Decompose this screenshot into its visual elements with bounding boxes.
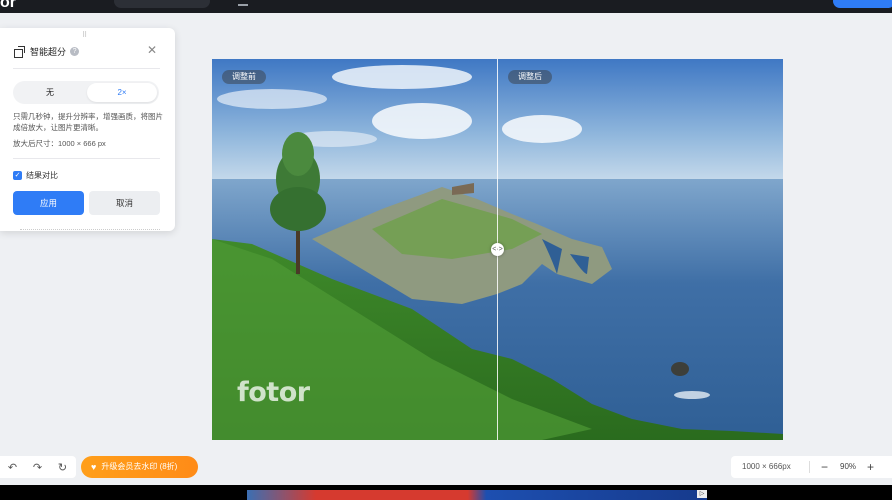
cancel-button[interactable]: 取消	[89, 191, 160, 215]
ad-banner[interactable]	[247, 490, 707, 500]
compare-handle[interactable]: <·>	[491, 243, 504, 256]
drag-grip-icon[interactable]: ⠿	[82, 31, 88, 39]
panel-title: 智能超分	[30, 46, 67, 57]
top-bar: or	[0, 0, 892, 13]
panel-description: 只需几秒钟，提升分辨率，增强画质，将图片成倍放大，让图片更清晰。	[13, 112, 163, 132]
image-compare-view[interactable]: <·> 调整前 调整后 fotor	[212, 59, 783, 440]
after-label: 调整后	[508, 70, 552, 84]
history-controls: ↶ ↷ ↻	[0, 456, 76, 478]
app-logo[interactable]: or	[0, 0, 16, 12]
upscale-icon	[14, 45, 25, 58]
checkbox-checked-icon[interactable]: ✓	[13, 171, 22, 180]
zoom-in-icon[interactable]: +	[867, 456, 874, 478]
heart-icon: ♥	[91, 462, 97, 472]
before-label: 调整前	[222, 70, 266, 84]
undo-icon[interactable]: ↶	[0, 461, 25, 474]
output-size: 放大后尺寸：1000 × 666 px	[13, 139, 106, 148]
help-icon[interactable]: ?	[70, 46, 80, 56]
zoom-out-icon[interactable]: −	[821, 456, 828, 478]
apply-button[interactable]: 应用	[13, 191, 84, 215]
top-action-button[interactable]	[833, 0, 892, 8]
reset-icon[interactable]: ↻	[50, 461, 75, 474]
scale-option-none[interactable]: 无	[15, 83, 85, 102]
divider	[13, 158, 160, 159]
ad-banner-strip: ▷	[0, 485, 892, 500]
panel-header: 智能超分 ?	[14, 44, 80, 58]
panel-footer-dots	[20, 229, 160, 231]
bottom-bar: ↶ ↷ ↻ ♥ 升级会员去水印 (8折) 1000 × 666px − 90% …	[0, 450, 892, 485]
menu-icon[interactable]	[238, 2, 248, 6]
image-dimensions: 1000 × 666px	[742, 462, 791, 471]
redo-icon[interactable]: ↷	[25, 461, 50, 474]
top-nav-pill[interactable]	[114, 0, 210, 8]
upgrade-button[interactable]: ♥ 升级会员去水印 (8折)	[81, 456, 198, 478]
watermark: fotor	[237, 377, 310, 408]
scale-selector: 无 2×	[13, 81, 159, 104]
zoom-level[interactable]: 90%	[840, 456, 856, 478]
ad-info-icon[interactable]: ▷	[697, 490, 707, 498]
divider	[13, 68, 160, 69]
super-resolution-panel: ⠿ 智能超分 ? ✕ 无 2× 只需几秒钟，提升分辨率，增强画质，将图片成倍放大…	[0, 28, 175, 231]
zoom-controls: 1000 × 666px − 90% +	[731, 456, 892, 478]
close-icon[interactable]: ✕	[147, 43, 157, 57]
separator	[809, 461, 810, 473]
compare-toggle[interactable]: ✓ 结果对比	[13, 170, 58, 181]
upgrade-label: 升级会员去水印 (8折)	[101, 462, 178, 471]
compare-label: 结果对比	[26, 171, 58, 180]
scale-option-2x[interactable]: 2×	[87, 83, 157, 102]
